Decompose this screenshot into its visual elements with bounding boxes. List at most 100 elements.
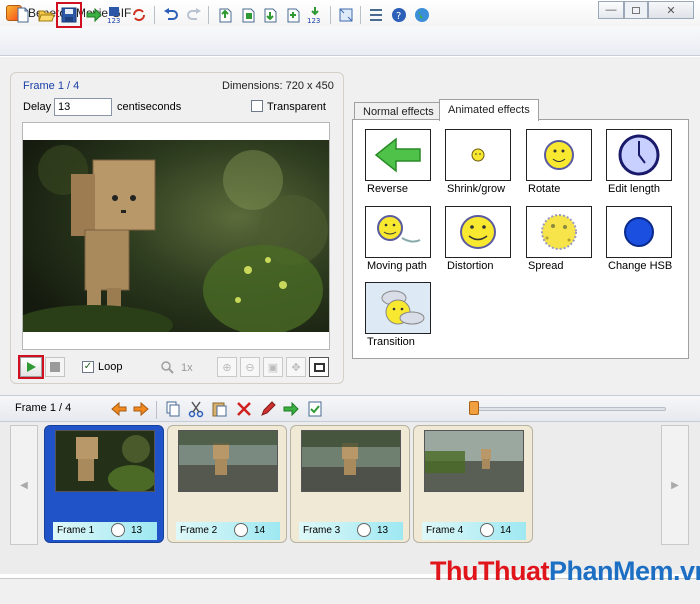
fit-icon: ▣ (267, 361, 279, 374)
effect-rotate[interactable]: Rotate (526, 129, 594, 195)
save-button[interactable] (56, 2, 82, 28)
scroll-left-button[interactable]: ◀ (10, 425, 38, 545)
actual-size-button[interactable]: ✥ (286, 357, 306, 377)
frame-image (178, 430, 278, 492)
resize-button[interactable] (335, 4, 357, 26)
cut-button[interactable] (185, 398, 207, 420)
effect-change-hsb[interactable]: Change HSB (606, 206, 674, 272)
effect-label: Reverse (367, 183, 408, 195)
paste-button[interactable] (208, 398, 230, 420)
redo-button[interactable] (183, 4, 205, 26)
import-frames-button[interactable] (282, 4, 304, 26)
stop-button[interactable] (45, 357, 65, 377)
transparent-checkbox[interactable] (251, 100, 263, 112)
effect-label: Edit length (608, 183, 660, 195)
frame-name: Frame 1 (57, 525, 95, 536)
preview-image (23, 140, 329, 332)
effect-edit-length[interactable]: Edit length (606, 129, 674, 195)
frame-info-bar: Frame 2 14 (176, 522, 280, 540)
delay-label: Delay (23, 101, 52, 113)
svg-text:?: ? (396, 11, 401, 22)
previous-frame-button[interactable] (108, 398, 130, 420)
numbered-import-button[interactable]: 123 (304, 4, 326, 26)
effect-label: Moving path (367, 260, 427, 272)
fullscreen-button[interactable] (309, 357, 329, 377)
frame-thumbnail-4[interactable]: Frame 4 14 (413, 425, 533, 543)
effect-spread[interactable]: Spread (526, 206, 594, 272)
effect-reverse[interactable]: Reverse (365, 129, 433, 195)
delete-icon (237, 402, 251, 416)
properties-button[interactable] (365, 4, 387, 26)
frame-thumbnail-1[interactable]: Frame 1 13 (44, 425, 164, 543)
open-button[interactable] (35, 4, 57, 26)
reverse-arrow-icon (374, 137, 421, 173)
effect-moving-path[interactable]: Moving path (365, 206, 433, 272)
web-icon (415, 8, 429, 22)
redo-icon (187, 8, 201, 20)
edit-length-icon (618, 134, 660, 176)
fit-button[interactable]: ▣ (263, 357, 283, 377)
frame-delay: 14 (254, 525, 266, 536)
import-icon (264, 8, 277, 23)
help-button[interactable]: ? (388, 4, 410, 26)
frame-image (424, 430, 524, 492)
frame-delay: 14 (500, 525, 512, 536)
zoom-level: 1x (181, 362, 193, 374)
web-button[interactable] (411, 4, 433, 26)
delay-input[interactable] (54, 98, 112, 116)
frame-thumbnail-2[interactable]: Frame 2 14 (167, 425, 287, 543)
watermark-part1: ThuThuat (430, 556, 549, 586)
effect-label: Transition (367, 336, 415, 348)
insert-frame-button[interactable] (214, 4, 236, 26)
loop-label: Loop (98, 361, 123, 373)
zoom-out-button[interactable]: ⊖ (240, 357, 260, 377)
frame-slider-track[interactable] (470, 407, 666, 411)
convert-button[interactable] (128, 4, 150, 26)
export-frame-icon (283, 401, 299, 417)
save-icon (61, 7, 77, 23)
stop-icon (50, 362, 60, 372)
undo-button[interactable] (160, 4, 182, 26)
export-button[interactable] (83, 4, 105, 26)
watermark: ThuThuatPhanMem.vn (430, 556, 700, 587)
effect-transition[interactable]: Transition (365, 282, 433, 348)
tab-animated-effects[interactable]: Animated effects (439, 99, 539, 121)
play-button[interactable] (18, 355, 44, 379)
effect-distortion[interactable]: Distortion (445, 206, 513, 272)
import-button[interactable] (259, 4, 281, 26)
copy-button[interactable] (162, 398, 184, 420)
scroll-right-button[interactable]: ▶ (661, 425, 689, 545)
arrow-right-icon (133, 401, 149, 417)
transparent-label: Transparent (267, 101, 326, 113)
resize-icon (339, 8, 353, 22)
effect-label: Shrink/grow (447, 183, 506, 195)
effect-shrink-grow[interactable]: Shrink/grow (445, 129, 513, 195)
save-frames-icon: 123 (107, 7, 120, 24)
toolbar (0, 26, 700, 56)
new-button[interactable] (12, 4, 34, 26)
frame-name: Frame 4 (426, 525, 464, 536)
effect-label: Distortion (447, 260, 494, 272)
frame-name: Frame 2 (180, 525, 218, 536)
pencil-icon (261, 401, 276, 416)
edit-button[interactable] (257, 398, 279, 420)
distortion-icon (460, 215, 496, 249)
frame-info-bar: Frame 1 13 (53, 522, 157, 540)
frames-counter: Frame 1 / 4 (15, 402, 72, 414)
zoom-in-button[interactable]: ⊕ (217, 357, 237, 377)
delete-button[interactable] (233, 398, 255, 420)
loop-checkbox[interactable]: ✓ (82, 361, 94, 373)
frame-delay: 13 (377, 525, 389, 536)
minimize-button[interactable]: — (598, 1, 624, 19)
add-frame-button[interactable] (237, 4, 259, 26)
open-icon (38, 10, 55, 22)
next-frame-button[interactable] (130, 398, 152, 420)
frame-properties-button[interactable] (304, 398, 326, 420)
save-frames-button[interactable]: 123 (104, 4, 126, 26)
maximize-button[interactable] (624, 1, 648, 19)
actual-size-icon: ✥ (291, 361, 301, 374)
export-frame-button[interactable] (280, 398, 302, 420)
frame-thumbnail-3[interactable]: Frame 3 13 (290, 425, 410, 543)
close-button[interactable]: ✕ (648, 1, 694, 19)
frame-slider-thumb[interactable] (469, 401, 479, 415)
